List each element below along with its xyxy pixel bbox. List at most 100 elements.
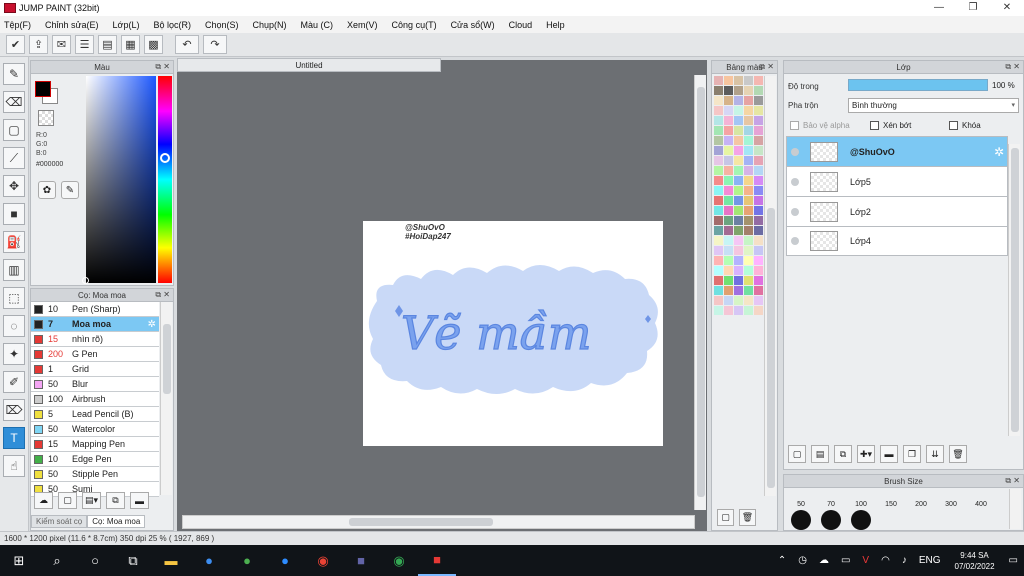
palette-swatch[interactable] xyxy=(724,176,733,185)
brush-item[interactable]: 7 Moa moa ✲ xyxy=(31,317,159,332)
layer-visibility-icon[interactable] xyxy=(791,177,799,186)
palette-swatch[interactable] xyxy=(744,256,753,265)
brush-size-preset[interactable]: 400 xyxy=(966,489,996,508)
palette-swatch[interactable] xyxy=(724,226,733,235)
tab-brush[interactable]: Cọ: Moa moa xyxy=(87,515,146,528)
brush-item[interactable]: 200 G Pen xyxy=(31,347,159,362)
palette-swatch[interactable] xyxy=(714,256,723,265)
palette-swatch[interactable] xyxy=(714,166,723,175)
brush-size-dot[interactable] xyxy=(851,510,871,530)
zoom-icon[interactable]: ● xyxy=(266,545,304,576)
brush-item[interactable]: 15 nhìn rõ) xyxy=(31,332,159,347)
menu-edit[interactable]: Chỉnh sửa(E) xyxy=(45,20,99,30)
comment-icon[interactable]: ✉ xyxy=(52,35,71,54)
brush-item[interactable]: 1 Grid xyxy=(31,362,159,377)
palette-swatch[interactable] xyxy=(714,176,723,185)
palette-swatch[interactable] xyxy=(744,296,753,305)
brush-item[interactable]: 50 Watercolor xyxy=(31,422,159,437)
palette-swatch[interactable] xyxy=(734,306,743,315)
palette-swatch[interactable] xyxy=(724,156,733,165)
brush-item[interactable]: 10 Pen (Sharp) xyxy=(31,302,159,317)
palette-swatch[interactable] xyxy=(734,296,743,305)
brush-size-preset[interactable]: 70 xyxy=(816,489,846,508)
delete-layer-icon[interactable]: 🗑 xyxy=(949,445,967,463)
palette-swatch[interactable] xyxy=(754,256,763,265)
scroll-thumb[interactable] xyxy=(1011,148,1019,432)
palette-swatch[interactable] xyxy=(724,96,733,105)
wifi-icon[interactable]: ◠ xyxy=(881,555,890,566)
clipping-checkbox[interactable]: Xén bớt xyxy=(870,121,911,130)
palette-swatch[interactable] xyxy=(734,276,743,285)
delete-palette-icon[interactable]: 🗑 xyxy=(739,509,756,526)
palette-swatch[interactable] xyxy=(714,216,723,225)
scroll-thumb[interactable] xyxy=(349,518,493,526)
palette-swatch[interactable] xyxy=(724,306,733,315)
layer-row[interactable]: Lớp5 xyxy=(786,166,1008,196)
scroll-thumb[interactable] xyxy=(163,324,171,394)
menu-file[interactable]: Tệp(F) xyxy=(4,20,31,30)
brush-tool-icon[interactable]: ⟋ xyxy=(3,147,25,169)
tab-brush-control[interactable]: Kiểm soát cọ xyxy=(31,515,88,528)
brush-item[interactable]: 50 Blur xyxy=(31,377,159,392)
brush-size-preset[interactable]: 200 xyxy=(906,489,936,508)
palette-swatch[interactable] xyxy=(744,216,753,225)
sv-picker-cursor[interactable] xyxy=(82,277,89,284)
jump-paint-taskbar-icon[interactable]: ■ xyxy=(418,545,456,576)
canvas-horizontal-scrollbar[interactable] xyxy=(182,515,695,529)
network-icon[interactable]: ▭ xyxy=(841,555,850,566)
redo-icon[interactable]: ↷ xyxy=(203,35,227,54)
blend-mode-select[interactable]: Bình thường ▾ xyxy=(848,98,1019,113)
layer-row[interactable]: Lớp4 xyxy=(786,226,1008,256)
menu-window[interactable]: Cửa sổ(W) xyxy=(451,20,495,30)
vivaldi-icon[interactable]: V xyxy=(862,555,869,566)
lasso-tool-icon[interactable]: ◌ xyxy=(3,315,25,337)
layer-row[interactable]: @ShuOvO ✲ xyxy=(786,136,1008,166)
palette-swatch[interactable] xyxy=(714,86,723,95)
brush-size-preset[interactable]: 100 xyxy=(846,489,876,508)
new-layer-type-icon[interactable]: ▤ xyxy=(811,445,829,463)
panel-buttons[interactable]: ⧉ ✕ xyxy=(155,62,170,72)
layer-visibility-icon[interactable] xyxy=(791,207,799,216)
eraser-tool-icon[interactable]: ⌫ xyxy=(3,91,25,113)
menu-select[interactable]: Chọn(S) xyxy=(205,20,239,30)
lock-checkbox[interactable]: Khóa xyxy=(949,121,981,130)
checkbox-box[interactable] xyxy=(870,121,879,130)
palette-swatch[interactable] xyxy=(714,286,723,295)
gradient-tool-icon[interactable]: ▥ xyxy=(3,259,25,281)
brush-size-preset[interactable]: 50 xyxy=(786,489,816,508)
duplicate-layer-icon[interactable]: ❐ xyxy=(903,445,921,463)
palette-swatch[interactable] xyxy=(744,176,753,185)
palette-swatch[interactable] xyxy=(744,166,753,175)
palette-swatch[interactable] xyxy=(754,86,763,95)
menu-layer[interactable]: Lớp(L) xyxy=(113,20,140,30)
bucket-tool-icon[interactable]: ⛽ xyxy=(3,231,25,253)
merge-layer-icon[interactable]: ⇊ xyxy=(926,445,944,463)
palette-swatch[interactable] xyxy=(754,306,763,315)
palette-swatch[interactable] xyxy=(744,276,753,285)
palette-scrollbar[interactable] xyxy=(764,76,776,496)
menu-color[interactable]: Màu (C) xyxy=(301,20,334,30)
brush-item[interactable]: 100 Airbrush xyxy=(31,392,159,407)
palette-swatch[interactable] xyxy=(744,156,753,165)
palette-swatch[interactable] xyxy=(744,146,753,155)
palette-swatch[interactable] xyxy=(734,96,743,105)
brush-list-scrollbar[interactable] xyxy=(160,302,172,495)
palette-swatch[interactable] xyxy=(734,86,743,95)
palette-swatch[interactable] xyxy=(734,76,743,85)
task-view-icon[interactable]: ⧉ xyxy=(114,545,152,576)
palette-swatch[interactable] xyxy=(754,76,763,85)
panel-buttons[interactable]: ⧉ ✕ xyxy=(1005,476,1020,486)
palette-swatch[interactable] xyxy=(734,186,743,195)
hue-slider-handle[interactable] xyxy=(160,153,170,163)
palette-swatch[interactable] xyxy=(744,286,753,295)
palette-swatch[interactable] xyxy=(724,216,733,225)
undo-icon[interactable]: ↶ xyxy=(175,35,199,54)
palette-swatch[interactable] xyxy=(724,146,733,155)
brush-copy-icon[interactable]: ⧉ xyxy=(106,492,125,509)
palette-swatch[interactable] xyxy=(714,116,723,125)
palette-swatch[interactable] xyxy=(714,276,723,285)
palette-swatch[interactable] xyxy=(724,266,733,275)
new-palette-icon[interactable]: ▢ xyxy=(717,509,734,526)
palette-swatch[interactable] xyxy=(744,236,753,245)
brush-item[interactable]: 15 Mapping Pen xyxy=(31,437,159,452)
